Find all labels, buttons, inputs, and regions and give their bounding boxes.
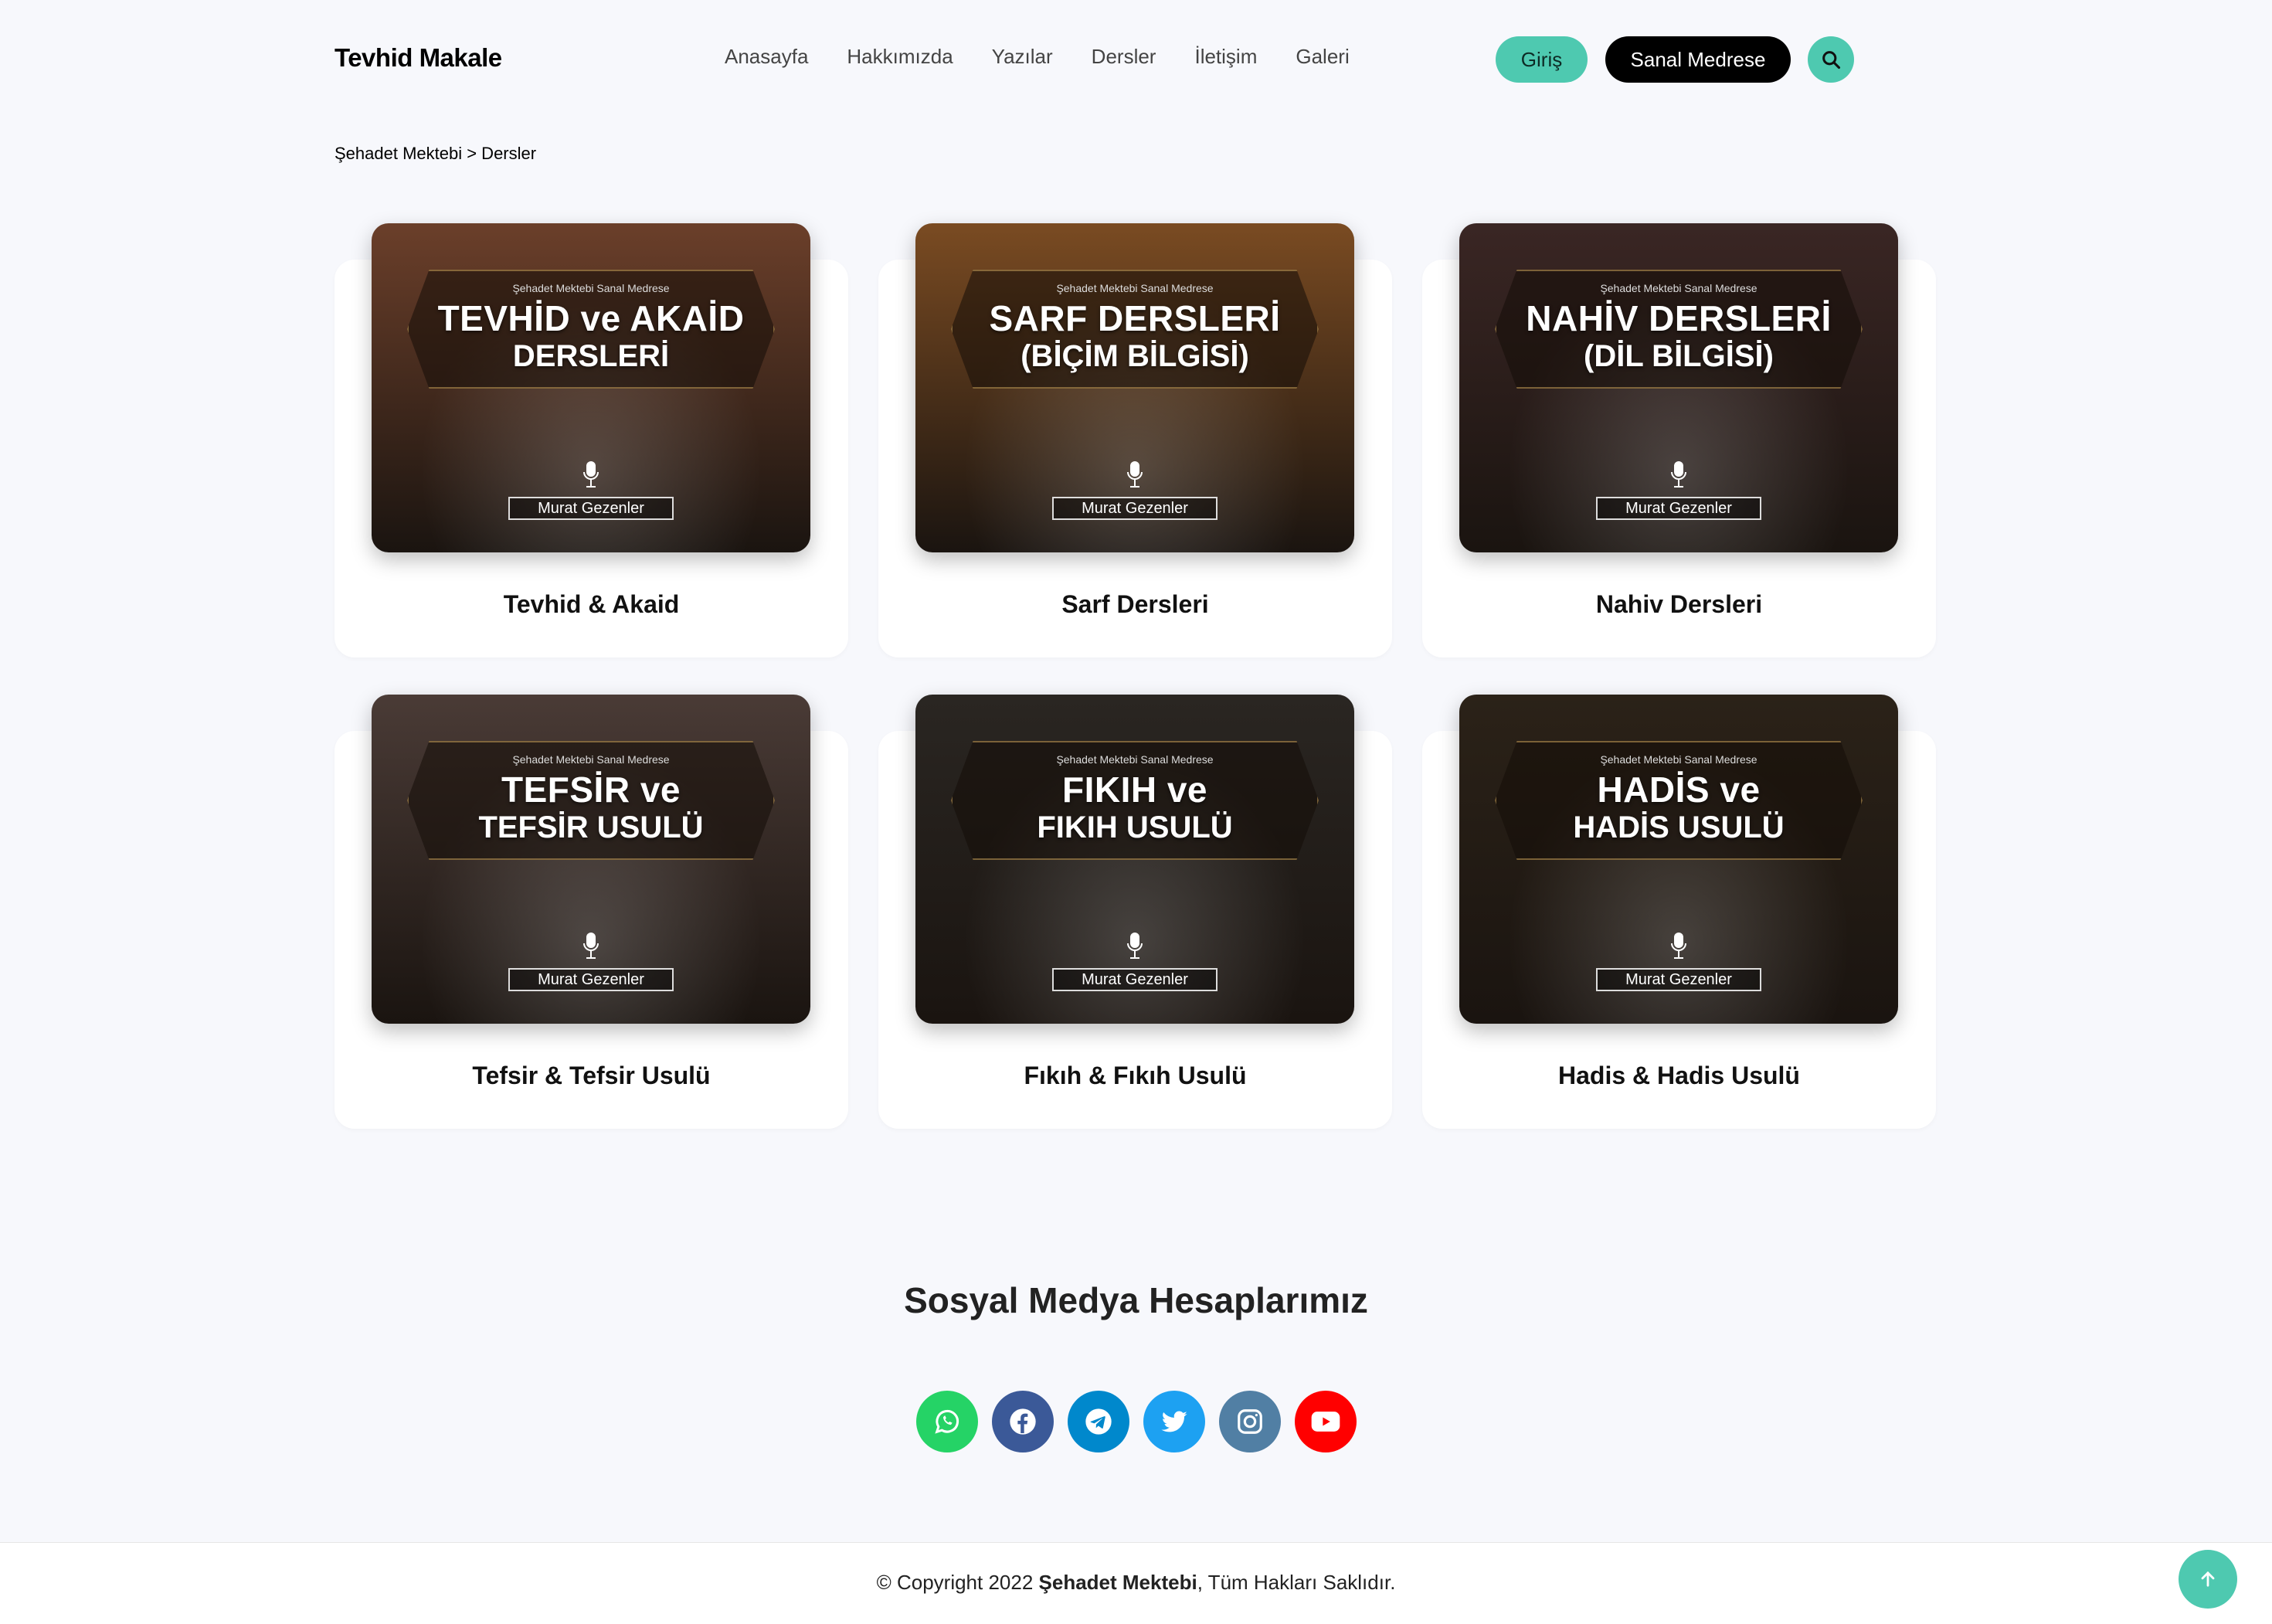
cover-author: Murat Gezenler bbox=[1596, 968, 1761, 991]
telegram-icon bbox=[1085, 1408, 1112, 1435]
social-title: Sosyal Medya Hesaplarımız bbox=[904, 1280, 1368, 1320]
microphone-icon bbox=[583, 933, 599, 959]
course-title[interactable]: Sarf Dersleri bbox=[878, 590, 1392, 619]
microphone-icon bbox=[1127, 461, 1143, 488]
cover-title-line2: HADİS USULÜ bbox=[1573, 810, 1785, 844]
course-card[interactable]: Şehadet Mektebi Sanal Medrese HADİS ve HAD… bbox=[1422, 695, 1936, 1129]
cover-author: Murat Gezenler bbox=[1596, 497, 1761, 520]
sanal-medrese-button[interactable]: Sanal Medrese bbox=[1605, 36, 1791, 83]
course-cover-image[interactable]: Şehadet Mektebi Sanal Medrese NAHİV DERSL… bbox=[1459, 223, 1898, 552]
course-card[interactable]: Şehadet Mektebi Sanal Medrese SARF DERSLE… bbox=[878, 223, 1392, 657]
cover-banner: Şehadet Mektebi Sanal Medrese HADİS ve HAD… bbox=[1495, 741, 1863, 860]
microphone-icon bbox=[1671, 461, 1686, 488]
cover-banner: Şehadet Mektebi Sanal Medrese FIKIH ve FIK… bbox=[951, 741, 1319, 860]
nav-anasayfa[interactable]: Anasayfa bbox=[725, 45, 808, 69]
youtube-link[interactable] bbox=[1295, 1391, 1357, 1452]
copyright-prefix: © Copyright 2022 bbox=[876, 1571, 1039, 1594]
search-icon bbox=[1822, 51, 1841, 70]
nav-yazilar[interactable]: Yazılar bbox=[992, 45, 1053, 69]
login-button[interactable]: Giriş bbox=[1496, 36, 1588, 83]
cover-banner: Şehadet Mektebi Sanal Medrese SARF DERSLE… bbox=[951, 270, 1319, 389]
twitter-icon bbox=[1161, 1411, 1187, 1432]
course-title[interactable]: Tefsir & Tefsir Usulü bbox=[335, 1062, 848, 1090]
cover-author: Murat Gezenler bbox=[508, 968, 674, 991]
cover-subtitle: Şehadet Mektebi Sanal Medrese bbox=[1600, 753, 1757, 766]
twitter-link[interactable] bbox=[1143, 1391, 1205, 1452]
course-cover-image[interactable]: Şehadet Mektebi Sanal Medrese TEFSİR ve TE… bbox=[372, 695, 810, 1024]
cover-subtitle: Şehadet Mektebi Sanal Medrese bbox=[512, 282, 670, 294]
cover-title-line1: SARF DERSLERİ bbox=[989, 298, 1281, 338]
microphone-icon bbox=[1127, 933, 1143, 959]
cover-title-line1: FIKIH ve bbox=[1061, 770, 1208, 810]
cover-subtitle: Şehadet Mektebi Sanal Medrese bbox=[1056, 282, 1214, 294]
site-header: Tevhid Makale Anasayfa Hakkımızda Yazıla… bbox=[0, 0, 2272, 117]
telegram-link[interactable] bbox=[1068, 1391, 1129, 1452]
instagram-icon bbox=[1238, 1409, 1262, 1434]
course-card[interactable]: Şehadet Mektebi Sanal Medrese NAHİV DERSL… bbox=[1422, 223, 1936, 657]
facebook-link[interactable] bbox=[992, 1391, 1054, 1452]
cover-title-line1: TEVHİD ve AKAİD bbox=[437, 298, 745, 338]
course-cover-image[interactable]: Şehadet Mektebi Sanal Medrese FIKIH ve FIK… bbox=[915, 695, 1354, 1024]
social-links bbox=[916, 1391, 1357, 1452]
site-logo[interactable]: Tevhid Makale bbox=[335, 43, 502, 73]
cover-subtitle: Şehadet Mektebi Sanal Medrese bbox=[1600, 282, 1757, 294]
youtube-icon bbox=[1311, 1412, 1340, 1432]
course-card[interactable]: Şehadet Mektebi Sanal Medrese TEFSİR ve TE… bbox=[335, 695, 848, 1129]
course-title[interactable]: Hadis & Hadis Usulü bbox=[1422, 1062, 1936, 1090]
microphone-icon bbox=[583, 461, 599, 488]
cover-banner: Şehadet Mektebi Sanal Medrese TEFSİR ve TE… bbox=[407, 741, 775, 860]
main-nav: Anasayfa Hakkımızda Yazılar Dersler İlet… bbox=[725, 45, 1388, 69]
cover-title-line2: TEFSİR USULÜ bbox=[478, 810, 704, 844]
cover-banner: Şehadet Mektebi Sanal Medrese NAHİV DERSL… bbox=[1495, 270, 1863, 389]
whatsapp-icon bbox=[935, 1410, 959, 1434]
instagram-link[interactable] bbox=[1219, 1391, 1281, 1452]
whatsapp-link[interactable] bbox=[916, 1391, 978, 1452]
course-title[interactable]: Tevhid & Akaid bbox=[335, 590, 848, 619]
course-card[interactable]: Şehadet Mektebi Sanal Medrese FIKIH ve FIK… bbox=[878, 695, 1392, 1129]
arrow-up-icon bbox=[2201, 1571, 2215, 1587]
cover-title-line1: HADİS ve bbox=[1597, 770, 1761, 810]
course-cover-image[interactable]: Şehadet Mektebi Sanal Medrese SARF DERSLE… bbox=[915, 223, 1354, 552]
copyright-brand[interactable]: Şehadet Mektebi bbox=[1039, 1571, 1197, 1594]
nav-dersler[interactable]: Dersler bbox=[1092, 45, 1156, 69]
nav-galeri[interactable]: Galeri bbox=[1296, 45, 1349, 69]
nav-hakkimizda[interactable]: Hakkımızda bbox=[847, 45, 953, 69]
cover-title-line2: DERSLERİ bbox=[512, 339, 670, 373]
course-title[interactable]: Nahiv Dersleri bbox=[1422, 590, 1936, 619]
copyright-text: © Copyright 2022 Şehadet Mektebi, Tüm Ha… bbox=[0, 1571, 2272, 1595]
cover-banner: Şehadet Mektebi Sanal Medrese TEVHİD ve A… bbox=[407, 270, 775, 389]
cover-subtitle: Şehadet Mektebi Sanal Medrese bbox=[1056, 753, 1214, 766]
cover-subtitle: Şehadet Mektebi Sanal Medrese bbox=[512, 753, 670, 766]
copyright-suffix: , Tüm Hakları Saklıdır. bbox=[1197, 1571, 1396, 1594]
course-title[interactable]: Fıkıh & Fıkıh Usulü bbox=[878, 1062, 1392, 1090]
course-card[interactable]: Şehadet Mektebi Sanal Medrese TEVHİD ve A… bbox=[335, 223, 848, 657]
cover-title-line2: (BİÇİM BİLGİSİ) bbox=[1021, 339, 1249, 373]
cover-title-line2: FIKIH USULÜ bbox=[1037, 810, 1233, 844]
microphone-icon bbox=[1671, 933, 1686, 959]
scroll-to-top-button[interactable] bbox=[2179, 1550, 2237, 1609]
cover-author: Murat Gezenler bbox=[508, 497, 674, 520]
facebook-icon bbox=[1010, 1408, 1036, 1435]
search-button[interactable] bbox=[1808, 36, 1854, 83]
course-cover-image[interactable]: Şehadet Mektebi Sanal Medrese TEVHİD ve A… bbox=[372, 223, 810, 552]
cover-title-line2: (DİL BİLGİSİ) bbox=[1584, 339, 1774, 373]
course-cover-image[interactable]: Şehadet Mektebi Sanal Medrese HADİS ve HAD… bbox=[1459, 695, 1898, 1024]
cover-title-line1: TEFSİR ve bbox=[501, 770, 681, 810]
cover-author: Murat Gezenler bbox=[1052, 497, 1218, 520]
site-footer: © Copyright 2022 Şehadet Mektebi, Tüm Ha… bbox=[0, 1542, 2272, 1624]
nav-iletisim[interactable]: İletişim bbox=[1194, 45, 1257, 69]
cover-title-line1: NAHİV DERSLERİ bbox=[1526, 298, 1832, 338]
breadcrumb: Şehadet Mektebi > Dersler bbox=[335, 144, 537, 163]
cover-author: Murat Gezenler bbox=[1052, 968, 1218, 991]
